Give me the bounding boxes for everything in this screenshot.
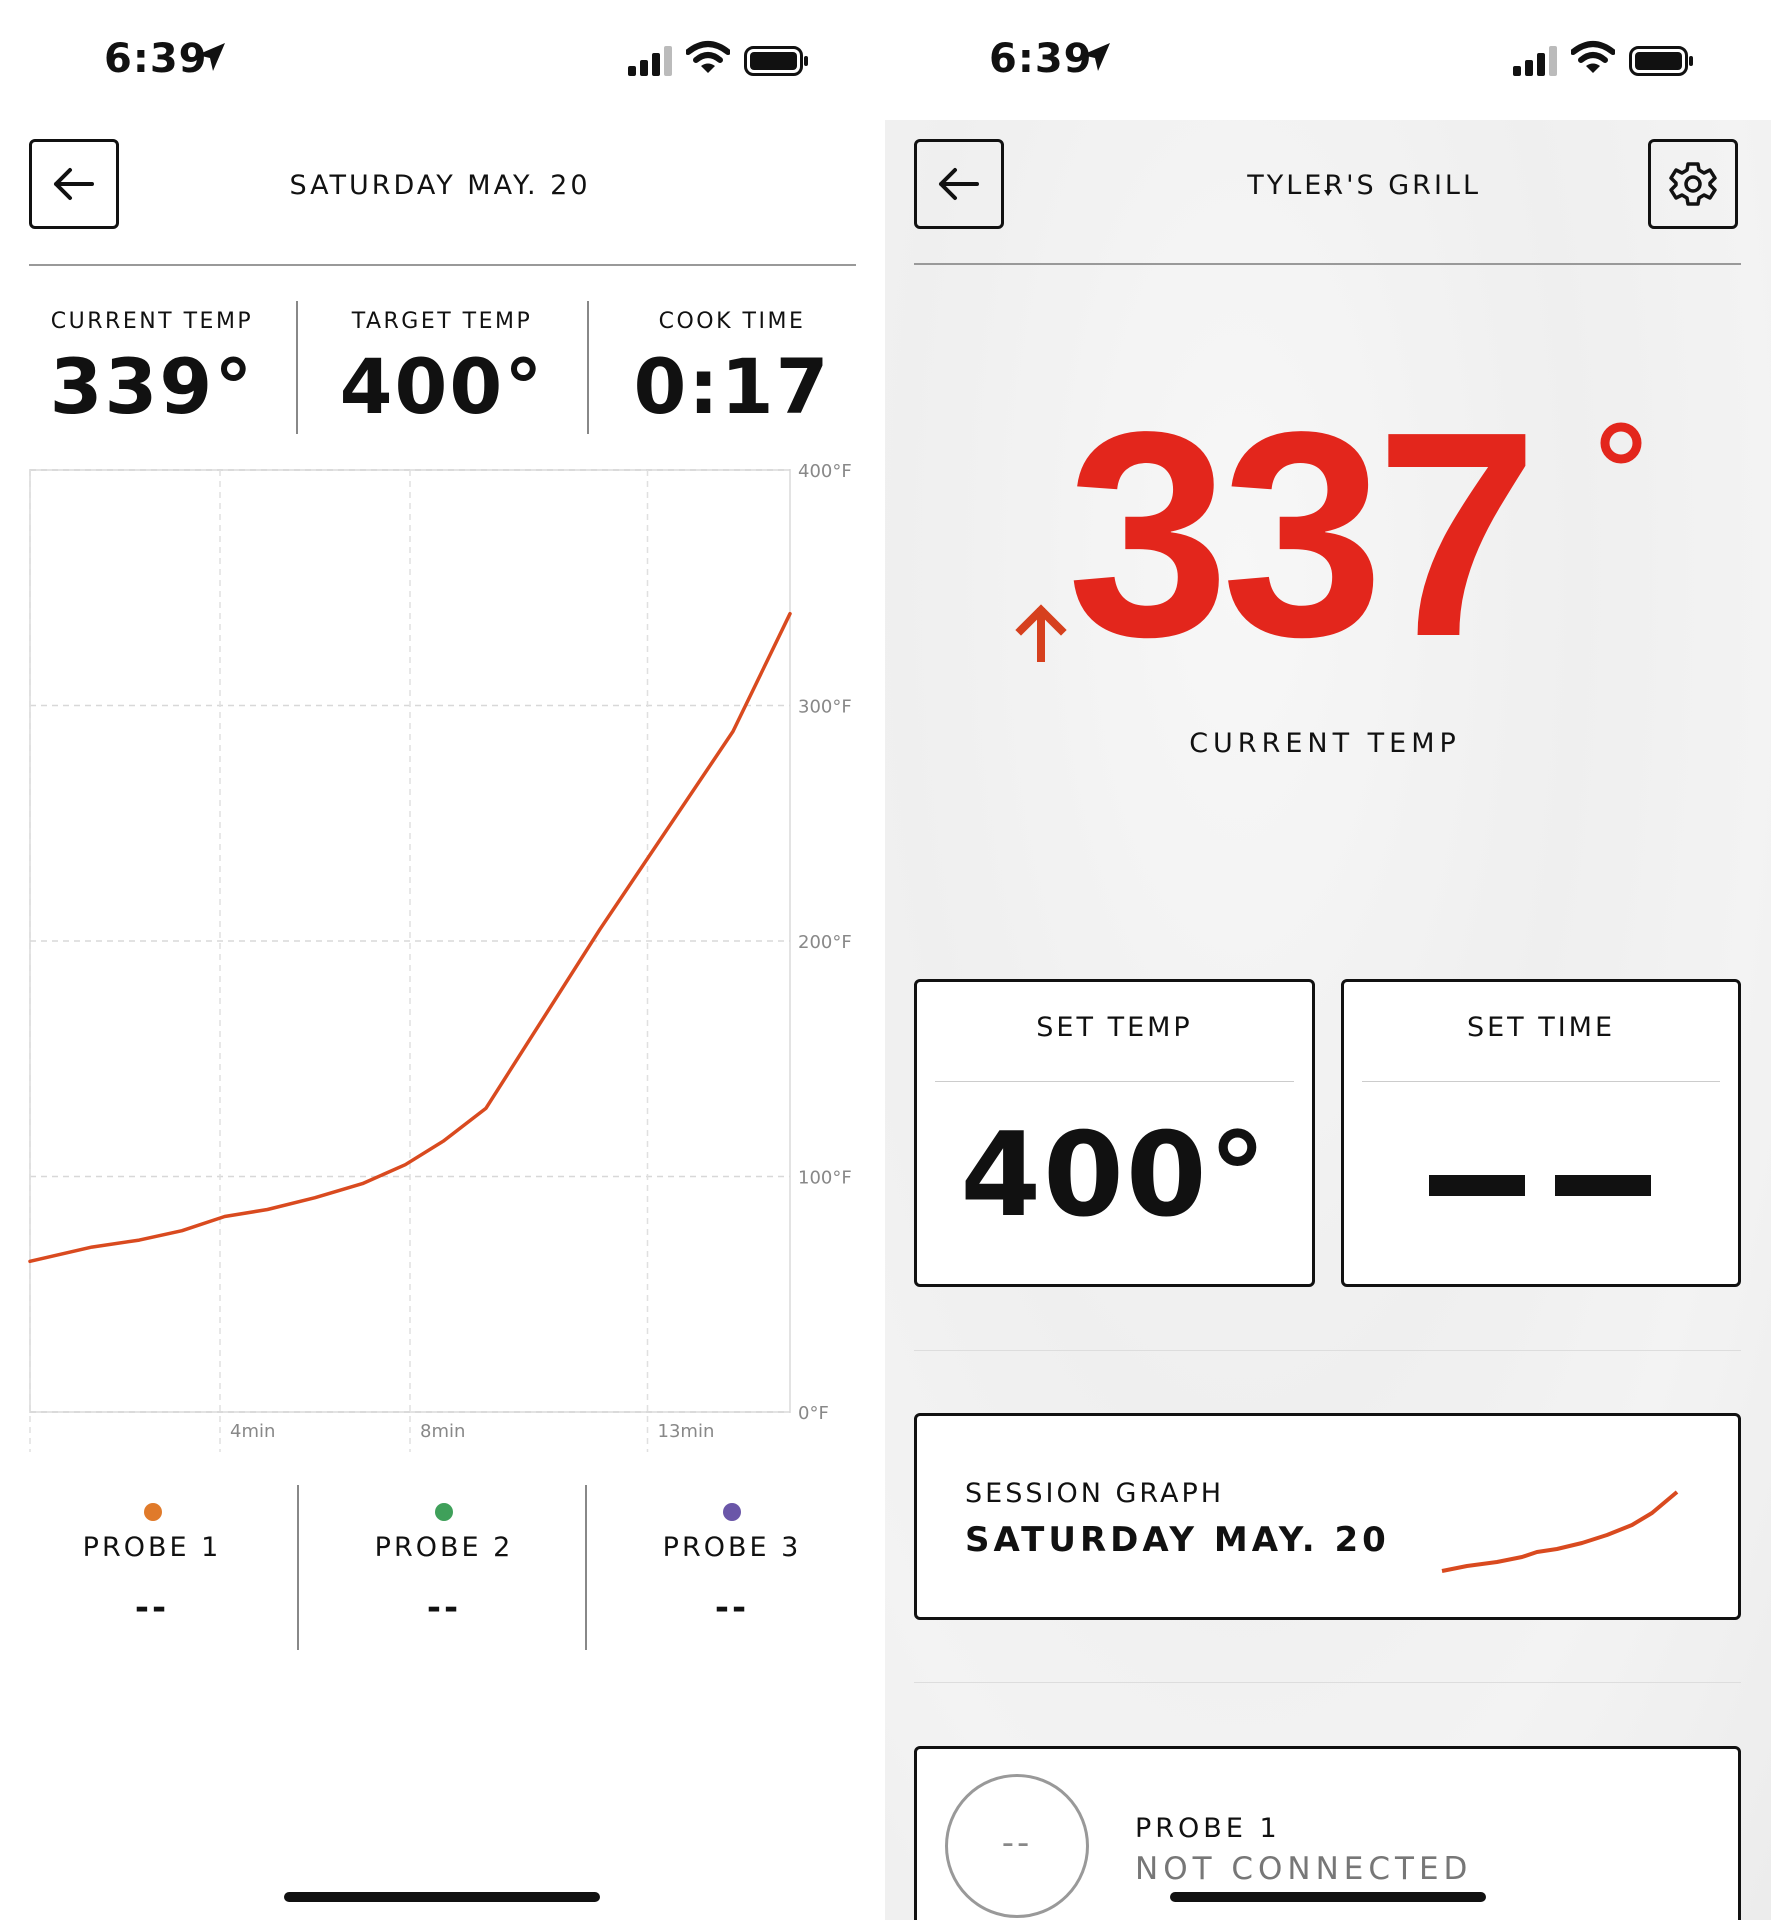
set-temp-card[interactable]: SET TEMP 400° <box>914 979 1315 1287</box>
degree-symbol-icon <box>1600 422 1642 464</box>
chevron-down-icon <box>1324 190 1332 196</box>
y-tick-label: 300°F <box>798 697 852 718</box>
page-title: SATURDAY MAY. 20 <box>289 170 591 201</box>
session-sparkline <box>1441 1490 1679 1573</box>
back-button[interactable] <box>29 139 119 229</box>
x-tick-label: 8min <box>420 1421 465 1442</box>
gear-icon <box>1669 162 1717 206</box>
temperature-chart: 400°F 300°F 200°F 100°F 0°F 4min 8min 13min <box>28 461 852 1452</box>
settings-button[interactable] <box>1648 139 1738 229</box>
location-arrow-icon <box>197 43 225 71</box>
wifi-icon <box>1571 41 1615 73</box>
cook-time-label: COOK TIME <box>658 309 806 334</box>
set-temp-value: 400° <box>960 1108 1269 1243</box>
probe-circle-value: -- <box>1001 1823 1033 1863</box>
location-arrow-icon <box>1082 43 1110 71</box>
current-temp-value: 339° <box>49 342 255 431</box>
y-tick-label: 200°F <box>798 932 852 953</box>
probe-3-color-dot <box>723 1503 741 1521</box>
probe-2-value: -- <box>426 1588 462 1628</box>
grill-control-screen: 6:39 TYLER'S GRILL 337 CURRENT TEMP SET … <box>885 0 1771 1920</box>
set-temp-label: SET TEMP <box>1036 1012 1193 1043</box>
probe-divider <box>297 1485 299 1650</box>
current-temp-label: CURRENT TEMP <box>50 309 254 334</box>
battery-icon <box>1629 46 1693 76</box>
stat-divider <box>296 301 298 434</box>
rising-temp-arrow-icon <box>1015 604 1067 662</box>
grill-selector[interactable]: TYLER'S GRILL <box>1185 168 1505 208</box>
header-divider <box>914 263 1741 265</box>
session-graph-label: SESSION GRAPH <box>965 1478 1225 1509</box>
probe-status: NOT CONNECTED <box>1135 1851 1473 1887</box>
x-tick-label: 13min <box>658 1421 715 1442</box>
set-time-label: SET TIME <box>1466 1012 1616 1043</box>
back-arrow-icon <box>939 168 979 200</box>
x-tick-label: 4min <box>230 1421 275 1442</box>
probe-2-color-dot <box>435 1503 453 1521</box>
probe-3-label: PROBE 3 <box>662 1532 802 1563</box>
card-divider <box>1362 1081 1720 1082</box>
target-temp-label: TARGET TEMP <box>351 309 533 334</box>
y-tick-label: 400°F <box>798 461 852 482</box>
header-divider <box>29 264 856 266</box>
stat-divider <box>587 301 589 434</box>
cook-time-value: 0:17 <box>633 342 831 431</box>
battery-icon <box>744 46 808 76</box>
probe-1-value: -- <box>134 1588 170 1628</box>
target-temp-value: 400° <box>339 342 545 431</box>
back-button[interactable] <box>914 139 1004 229</box>
probe-divider <box>585 1485 587 1650</box>
y-tick-label: 100°F <box>798 1168 852 1189</box>
probe-name: PROBE 1 <box>1135 1813 1281 1844</box>
probe-1-color-dot <box>144 1503 162 1521</box>
wifi-icon <box>686 41 730 73</box>
card-divider <box>935 1081 1294 1082</box>
probe-temp-circle: -- <box>945 1774 1089 1918</box>
status-time: 6:39 <box>104 36 208 82</box>
empty-time-dash <box>1429 1175 1525 1196</box>
section-divider <box>914 1682 1741 1683</box>
cook-graph-screen: 6:39 SATURDAY MAY. 20 CURRENT TEMP 339° <box>0 0 885 1920</box>
status-time: 6:39 <box>989 36 1093 82</box>
section-divider <box>914 1350 1741 1351</box>
probe-1-label: PROBE 1 <box>82 1532 222 1563</box>
probe-2-label: PROBE 2 <box>374 1532 514 1563</box>
home-indicator[interactable] <box>1170 1892 1486 1902</box>
set-time-card[interactable]: SET TIME <box>1341 979 1741 1287</box>
session-date: SATURDAY MAY. 20 <box>965 1520 1390 1560</box>
cellular-signal-icon <box>1513 46 1557 76</box>
empty-time-dash <box>1555 1175 1651 1196</box>
status-bar: 6:39 <box>885 0 1771 120</box>
home-indicator[interactable] <box>284 1892 600 1902</box>
back-arrow-icon <box>54 168 94 200</box>
cellular-signal-icon <box>628 46 672 76</box>
y-tick-label: 0°F <box>798 1403 829 1424</box>
status-bar: 6:39 <box>0 0 885 120</box>
probe-3-value: -- <box>714 1588 750 1628</box>
current-temp-label: CURRENT TEMP <box>1189 728 1461 759</box>
session-graph-card[interactable]: SESSION GRAPH SATURDAY MAY. 20 <box>914 1413 1741 1620</box>
current-temp-value: 337 <box>1067 371 1538 697</box>
